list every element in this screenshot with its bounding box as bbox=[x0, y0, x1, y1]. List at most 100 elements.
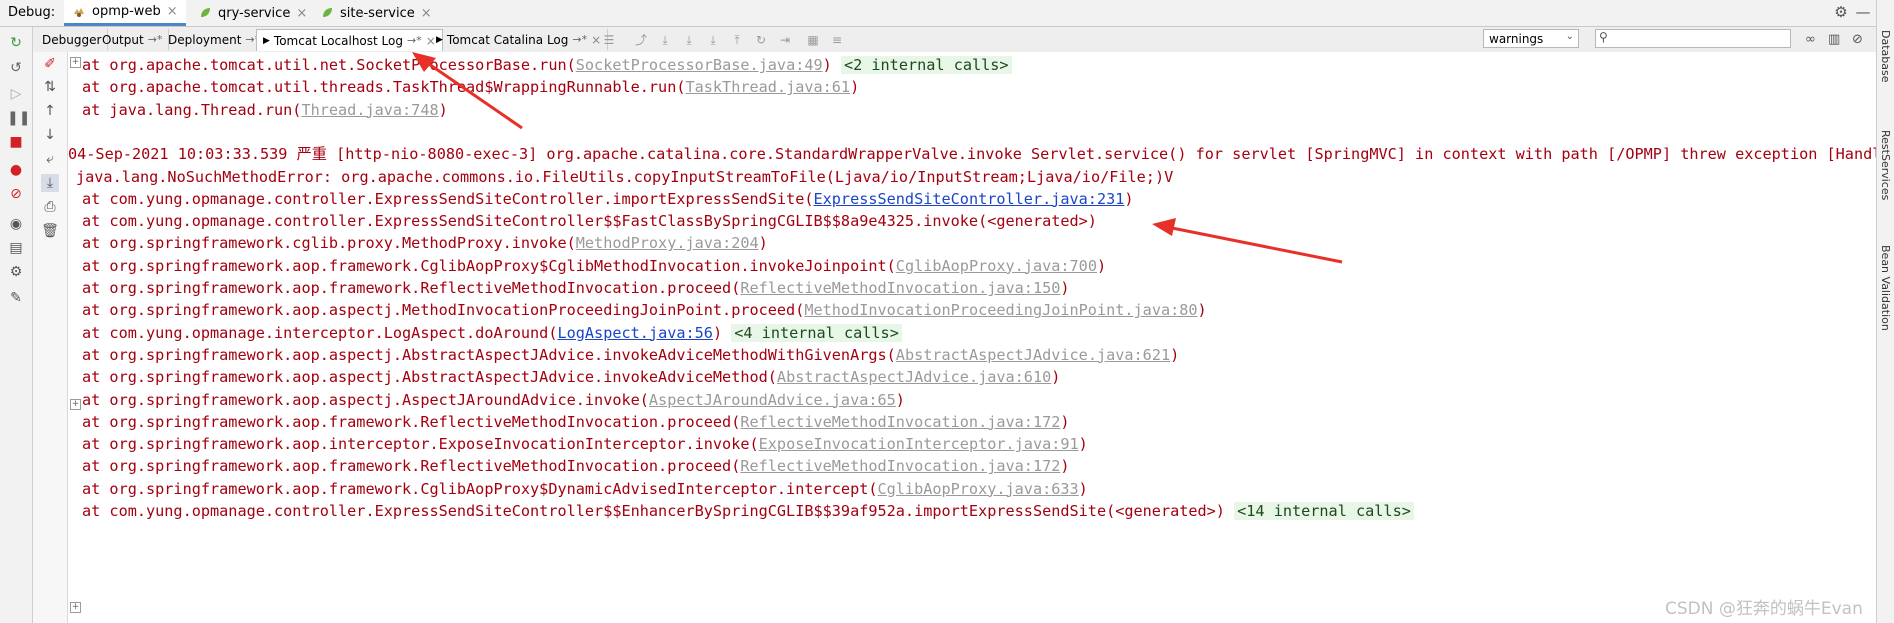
rerun-icon[interactable]: ↻ bbox=[7, 34, 25, 52]
log-text: 04-Sep-2021 10:03:33.539 严重 [http-nio-80… bbox=[68, 145, 1876, 164]
source-link[interactable]: AbstractAspectJAdvice.java:610 bbox=[777, 368, 1051, 386]
log-line: at org.apache.tomcat.util.net.SocketProc… bbox=[82, 55, 1012, 75]
settings-icon[interactable]: ⚙ bbox=[7, 263, 25, 281]
down-arrow-icon[interactable]: ↓ bbox=[41, 126, 59, 144]
tab-opmp-web[interactable]: opmp-web × bbox=[64, 0, 186, 26]
source-link[interactable]: ReflectiveMethodInvocation.java:172 bbox=[740, 457, 1060, 475]
source-link[interactable]: ExposeInvocationInterceptor.java:91 bbox=[759, 435, 1079, 453]
tab-site-service[interactable]: site-service × bbox=[312, 0, 440, 26]
tab-tomcat-catalina-log[interactable]: ▶ Tomcat Catalina Log →* × bbox=[430, 29, 609, 50]
scroll-to-end-icon[interactable]: ⤓ bbox=[41, 174, 59, 192]
source-link[interactable]: AbstractAspectJAdvice.java:621 bbox=[896, 346, 1170, 364]
log-text-suffix: ) bbox=[1096, 256, 1107, 275]
resume-icon[interactable]: ▷ bbox=[7, 85, 25, 103]
source-link[interactable]: AspectJAroundAdvice.java:65 bbox=[649, 391, 896, 409]
log-line: at com.yung.opmanage.interceptor.LogAspe… bbox=[82, 323, 902, 343]
tab-deployment[interactable]: Deployment →* bbox=[162, 29, 268, 50]
tab-output[interactable]: Output →* bbox=[96, 29, 170, 50]
pin-icon[interactable]: →* bbox=[148, 33, 163, 46]
step-over-icon[interactable]: ⤓ bbox=[658, 33, 672, 47]
source-link[interactable]: MethodProxy.java:204 bbox=[576, 234, 759, 252]
log-text: at org.springframework.aop.framework.Ref… bbox=[82, 279, 741, 297]
log-text-suffix: ) bbox=[1197, 301, 1207, 320]
source-link[interactable]: SocketProcessorBase.java:49 bbox=[576, 56, 823, 74]
stop-icon[interactable]: ■ bbox=[7, 133, 25, 151]
step-into-icon[interactable]: ⤓ bbox=[682, 33, 696, 47]
log-text-suffix: ) bbox=[1060, 457, 1070, 476]
source-link[interactable]: CglibAopProxy.java:633 bbox=[878, 480, 1079, 498]
log-line: at org.springframework.aop.aspectj.Abstr… bbox=[82, 345, 1179, 365]
log-line: at com.yung.opmanage.controller.ExpressS… bbox=[82, 211, 1097, 231]
close-icon[interactable]: × bbox=[167, 4, 178, 19]
minimize-icon[interactable]: — bbox=[1855, 4, 1871, 20]
fold-expand-icon[interactable]: + bbox=[70, 399, 81, 410]
gear-icon[interactable]: ⚙ bbox=[1833, 4, 1849, 20]
run-to-cursor-icon[interactable]: ⇥ bbox=[778, 33, 792, 47]
trash-icon[interactable]: 🗑 bbox=[41, 222, 59, 240]
show-execution-point-icon[interactable]: ⤴ bbox=[634, 33, 648, 47]
soft-wrap-icon[interactable]: ⤶ bbox=[41, 150, 59, 168]
layout-icon[interactable]: ▤ bbox=[7, 239, 25, 257]
tab-label: Output bbox=[102, 32, 144, 47]
log-line: at org.springframework.aop.aspectj.Metho… bbox=[82, 300, 1207, 320]
filter-icon[interactable]: ⊘ bbox=[1852, 32, 1863, 47]
search-input[interactable] bbox=[1614, 31, 1790, 48]
log-line: at org.springframework.aop.framework.Ref… bbox=[82, 456, 1070, 476]
pause-icon[interactable]: ❚❚ bbox=[7, 109, 30, 127]
evaluate-icon[interactable]: ▦ bbox=[806, 33, 820, 47]
source-link[interactable]: Thread.java:748 bbox=[301, 101, 438, 119]
log-text-suffix: ) bbox=[850, 78, 860, 97]
log-search-box[interactable]: ⚲ bbox=[1595, 29, 1791, 48]
pin-icon[interactable]: →* bbox=[572, 33, 587, 46]
tab-label: Debugger bbox=[42, 32, 102, 47]
source-link[interactable]: CglibAopProxy.java:700 bbox=[896, 257, 1097, 275]
source-link[interactable]: LogAspect.java:56 bbox=[557, 324, 712, 342]
bean-validation-tool-tab[interactable]: Bean Validation bbox=[1879, 245, 1892, 331]
internal-calls-badge[interactable]: <2 internal calls> bbox=[840, 56, 1012, 74]
mute-breakpoints-icon[interactable]: ⊘ bbox=[7, 185, 25, 203]
log-text: at org.springframework.aop.aspectj.Abstr… bbox=[82, 345, 896, 364]
menu-icon[interactable]: ☰ bbox=[602, 33, 616, 47]
sort-icon[interactable]: ⇅ bbox=[41, 78, 59, 96]
close-icon[interactable]: × bbox=[296, 6, 307, 21]
source-link[interactable]: MethodInvocationProceedingJoinPoint.java… bbox=[804, 301, 1197, 319]
close-icon[interactable]: × bbox=[591, 33, 601, 47]
step-out-icon[interactable]: ⤒ bbox=[730, 33, 744, 47]
force-step-into-icon[interactable]: ⤓ bbox=[706, 33, 720, 47]
fold-expand-icon[interactable]: + bbox=[70, 57, 81, 68]
log-text-suffix: ) bbox=[758, 234, 768, 253]
console-output[interactable]: + + + at org.apache.tomcat.util.net.Sock… bbox=[68, 52, 1876, 623]
restservices-tool-tab[interactable]: RestServices bbox=[1879, 130, 1892, 200]
log-text: at com.yung.opmanage.controller.ExpressS… bbox=[82, 212, 1097, 231]
internal-calls-badge[interactable]: <14 internal calls> bbox=[1234, 502, 1414, 520]
camera-icon[interactable]: ◉ bbox=[7, 215, 25, 233]
close-icon[interactable]: × bbox=[421, 6, 432, 21]
regex-icon[interactable]: ▥ bbox=[1828, 32, 1840, 47]
fold-expand-icon[interactable]: + bbox=[70, 602, 81, 613]
match-case-icon[interactable]: ∞ bbox=[1805, 32, 1816, 47]
log-line: at com.yung.opmanage.controller.ExpressS… bbox=[82, 189, 1134, 209]
source-link[interactable]: ReflectiveMethodInvocation.java:150 bbox=[740, 279, 1060, 297]
log-line: at org.springframework.aop.interceptor.E… bbox=[82, 434, 1088, 454]
console-icon: ▶ bbox=[263, 35, 270, 46]
pin-icon[interactable]: →* bbox=[407, 34, 422, 47]
trace-icon[interactable]: ≡ bbox=[830, 33, 844, 47]
log-text-suffix: ) bbox=[1124, 189, 1134, 208]
database-tool-tab[interactable]: Database bbox=[1879, 30, 1892, 83]
search-icon: ⚲ bbox=[1599, 30, 1608, 44]
tab-tomcat-localhost-log[interactable]: ▶ Tomcat Localhost Log →* × bbox=[256, 29, 443, 51]
internal-calls-badge[interactable]: <4 internal calls> bbox=[731, 323, 902, 342]
up-arrow-icon[interactable]: ↑ bbox=[41, 102, 59, 120]
log-filter-select[interactable]: warnings ⌄ bbox=[1483, 29, 1579, 48]
source-link[interactable]: TaskThread.java:61 bbox=[685, 78, 850, 96]
log-text-suffix: ) bbox=[1051, 368, 1061, 387]
view-breakpoints-icon[interactable]: ● bbox=[7, 161, 25, 179]
print-icon[interactable]: ⎙ bbox=[41, 198, 59, 216]
source-link[interactable]: ReflectiveMethodInvocation.java:172 bbox=[740, 413, 1060, 431]
resume-program-icon[interactable]: ↺ bbox=[7, 59, 25, 77]
tab-qry-service[interactable]: qry-service × bbox=[190, 0, 315, 26]
clear-icon[interactable]: ✐ bbox=[41, 55, 59, 73]
drop-frame-icon[interactable]: ↻ bbox=[754, 33, 768, 47]
pin-tab-icon[interactable]: ✎ bbox=[7, 289, 25, 307]
source-link[interactable]: ExpressSendSiteController.java:231 bbox=[814, 190, 1125, 208]
